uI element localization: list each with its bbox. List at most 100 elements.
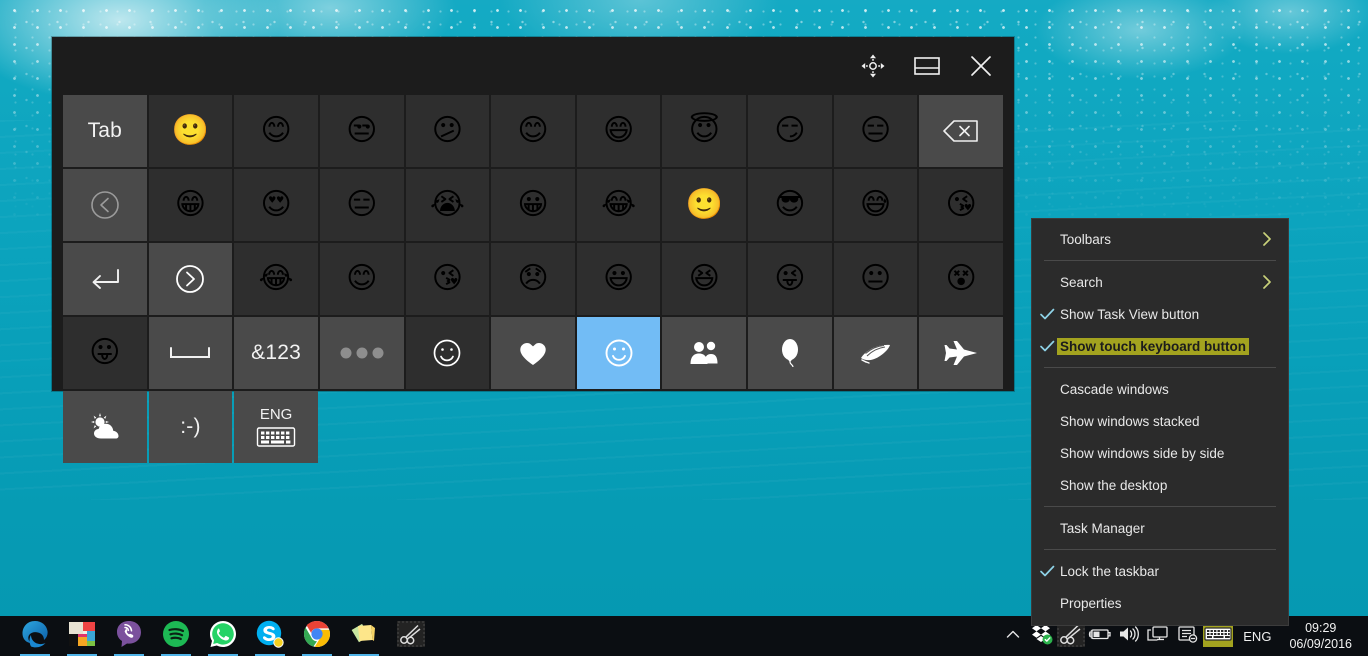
key-tab[interactable]: Tab bbox=[63, 95, 147, 167]
check-icon bbox=[1038, 305, 1056, 323]
key-emoji-tears-of-joy-2[interactable]: 😂 bbox=[234, 243, 318, 315]
keyboard-key-grid: Tab🙂😊😒😕😊😄😇😏😑 😁😍😑😭😀😂🙂😎😅😘 😂😊😘😞😃😆😜😐😵😛 &123 bbox=[52, 95, 1014, 465]
key-emoji-neutral[interactable]: 😐 bbox=[834, 243, 918, 315]
sublime-text-icon bbox=[67, 619, 97, 654]
key-emoji-squinting[interactable]: 😆 bbox=[662, 243, 746, 315]
emoji-glyph: 😊 bbox=[517, 116, 548, 146]
emoji-glyph: 😒 bbox=[346, 116, 377, 146]
menu-item-show-touch-keyboard-button[interactable]: Show touch keyboard button bbox=[1032, 330, 1288, 362]
key-emoji-kiss-heart-2[interactable]: 😘 bbox=[406, 243, 490, 315]
key-emoji-tears-of-joy[interactable]: 😂 bbox=[577, 169, 661, 241]
menu-item-properties[interactable]: Properties bbox=[1032, 587, 1288, 619]
key-emoji-blush[interactable]: 😊 bbox=[491, 95, 575, 167]
menu-item-label: Show the desktop bbox=[1060, 478, 1167, 493]
menu-item-toolbars[interactable]: Toolbars bbox=[1032, 223, 1288, 255]
key-emoji-sweat-smile[interactable]: 😅 bbox=[834, 169, 918, 241]
key-category-weather[interactable] bbox=[63, 391, 147, 463]
check-icon bbox=[1038, 337, 1056, 355]
taskbar-app-sticky-notes[interactable] bbox=[347, 619, 381, 653]
people-icon bbox=[688, 340, 720, 366]
key-space[interactable] bbox=[149, 317, 233, 389]
menu-item-task-manager[interactable]: Task Manager bbox=[1032, 512, 1288, 544]
move-keyboard-button[interactable] bbox=[846, 43, 900, 89]
taskbar-app-skype[interactable] bbox=[253, 619, 287, 653]
key-emoji-expressionless-2[interactable]: 😑 bbox=[320, 169, 404, 241]
menu-separator-2 bbox=[1044, 367, 1276, 368]
key-emoji-slightly-smiling-2[interactable]: 🙂 bbox=[662, 169, 746, 241]
menu-item-cascade-windows[interactable]: Cascade windows bbox=[1032, 373, 1288, 405]
key-emoji-expressionless[interactable]: 😑 bbox=[834, 95, 918, 167]
key-emoji-blush-2[interactable]: 😊 bbox=[320, 243, 404, 315]
menu-item-show-the-desktop[interactable]: Show the desktop bbox=[1032, 469, 1288, 501]
key-category-celebration[interactable] bbox=[748, 317, 832, 389]
key-emoji-grinning-big-eyes[interactable]: 😃 bbox=[577, 243, 661, 315]
emoji-glyph: 😊 bbox=[346, 264, 377, 294]
menu-item-label: Cascade windows bbox=[1060, 382, 1169, 397]
key-emoji-heart-eyes[interactable]: 😍 bbox=[234, 169, 318, 241]
keyboard-icon bbox=[1204, 626, 1232, 647]
key-previous-page[interactable] bbox=[63, 169, 147, 241]
menu-item-lock-the-taskbar[interactable]: Lock the taskbar bbox=[1032, 555, 1288, 587]
key-emoji-unamused[interactable]: 😒 bbox=[320, 95, 404, 167]
key-category-food[interactable] bbox=[834, 317, 918, 389]
taskbar-app-snipping-tool[interactable] bbox=[394, 619, 428, 653]
key-emoji-smirk[interactable]: 😏 bbox=[748, 95, 832, 167]
key-enter[interactable] bbox=[63, 243, 147, 315]
key-category-recent[interactable] bbox=[320, 317, 404, 389]
key-emoji-beaming[interactable]: 😁 bbox=[149, 169, 233, 241]
key-emoji-halo[interactable]: 😇 bbox=[662, 95, 746, 167]
key-emoji-slightly-smiling[interactable]: 🙂 bbox=[149, 95, 233, 167]
weather-icon bbox=[87, 413, 123, 441]
taskbar-clock[interactable]: 09:29 06/09/2016 bbox=[1283, 620, 1364, 652]
taskbar-app-sublime-text[interactable] bbox=[65, 619, 99, 653]
move-icon bbox=[860, 53, 886, 79]
food-icon bbox=[858, 340, 894, 366]
edge-icon bbox=[20, 619, 50, 654]
tray-touch-keyboard[interactable] bbox=[1203, 625, 1233, 647]
key-symbols-numbers[interactable]: &123 bbox=[234, 317, 318, 389]
key-emoji-disappointed[interactable]: 😞 bbox=[491, 243, 575, 315]
key-emoji-grinning-smiling-eyes[interactable]: 😄 bbox=[577, 95, 661, 167]
key-category-travel[interactable] bbox=[919, 317, 1003, 389]
key-next-page[interactable] bbox=[149, 243, 233, 315]
tray-show-hidden-icons[interactable] bbox=[1000, 619, 1026, 653]
action-center-icon bbox=[1176, 625, 1198, 648]
key-label: Tab bbox=[88, 119, 122, 143]
key-emoji-sunglasses[interactable]: 😎 bbox=[748, 169, 832, 241]
dock-keyboard-button[interactable] bbox=[900, 43, 954, 89]
key-emoji-tongue-out[interactable]: 😛 bbox=[63, 317, 147, 389]
clock-time: 09:29 bbox=[1289, 620, 1352, 636]
key-backspace[interactable] bbox=[919, 95, 1003, 167]
emoji-glyph: 😄 bbox=[603, 116, 634, 146]
key-emoji-confused[interactable]: 😕 bbox=[406, 95, 490, 167]
taskbar-app-edge[interactable] bbox=[18, 619, 52, 653]
close-icon bbox=[968, 53, 994, 79]
chevron-right-icon bbox=[1260, 272, 1274, 292]
close-keyboard-button[interactable] bbox=[954, 43, 1008, 89]
key-category-kaomoji[interactable]: :-) bbox=[149, 391, 233, 463]
key-emoji-kiss-heart[interactable]: 😘 bbox=[919, 169, 1003, 241]
menu-item-show-windows-stacked[interactable]: Show windows stacked bbox=[1032, 405, 1288, 437]
menu-separator-4 bbox=[1044, 549, 1276, 550]
taskbar-app-whatsapp[interactable] bbox=[206, 619, 240, 653]
menu-item-show-task-view-button[interactable]: Show Task View button bbox=[1032, 298, 1288, 330]
key-emoji-smiling-eyes[interactable]: 😊 bbox=[234, 95, 318, 167]
taskbar-app-spotify[interactable] bbox=[159, 619, 193, 653]
volume-icon bbox=[1118, 625, 1140, 648]
key-category-people[interactable] bbox=[662, 317, 746, 389]
menu-item-show-windows-side-by-side[interactable]: Show windows side by side bbox=[1032, 437, 1288, 469]
key-emoji-winking-tongue[interactable]: 😜 bbox=[748, 243, 832, 315]
key-category-hearts[interactable] bbox=[491, 317, 575, 389]
clock-date: 06/09/2016 bbox=[1289, 636, 1352, 652]
emoji-glyph: 😍 bbox=[260, 190, 291, 220]
taskbar-app-viber[interactable] bbox=[112, 619, 146, 653]
menu-item-search[interactable]: Search bbox=[1032, 266, 1288, 298]
key-emoji-dizzy[interactable]: 😵 bbox=[919, 243, 1003, 315]
key-category-faces[interactable] bbox=[577, 317, 661, 389]
key-category-smileys-outline[interactable] bbox=[406, 317, 490, 389]
taskbar-app-chrome[interactable] bbox=[300, 619, 334, 653]
key-language-switch[interactable]: ENG bbox=[234, 391, 318, 463]
key-emoji-grinning[interactable]: 😀 bbox=[491, 169, 575, 241]
desktop[interactable]: Tab🙂😊😒😕😊😄😇😏😑 😁😍😑😭😀😂🙂😎😅😘 😂😊😘😞😃😆😜😐😵😛 &123 bbox=[0, 0, 1368, 656]
key-emoji-loudly-crying[interactable]: 😭 bbox=[406, 169, 490, 241]
